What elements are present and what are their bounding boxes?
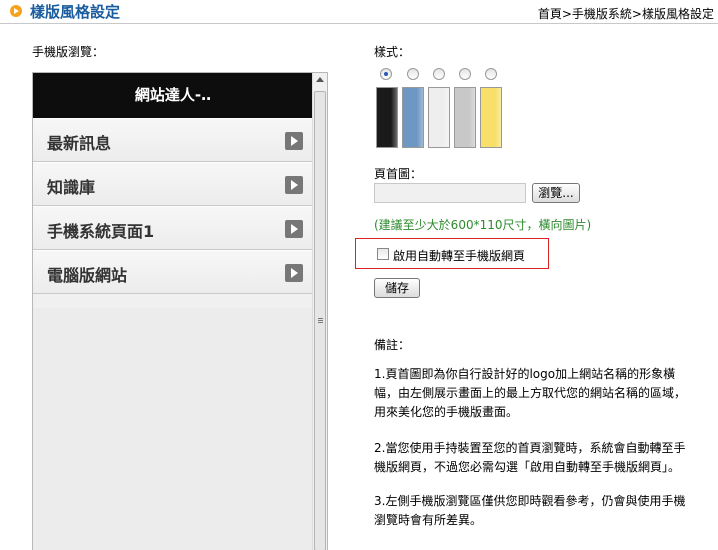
style-radio-yellow[interactable] (485, 68, 497, 80)
mobile-menu-item-news[interactable]: 最新訊息 (33, 118, 313, 162)
page-title: 樣版風格設定 (30, 3, 121, 21)
mobile-site-title: 網站達人-‥ (33, 73, 313, 118)
breadcrumb-separator: > (561, 7, 572, 21)
mobile-menu-item-page1[interactable]: 手機系統頁面1 (33, 206, 313, 250)
note-item-1: 1.頁首圖即為你自行設計好的logo加上網站名稱的形象橫幅，由左側展示畫面上的最… (374, 367, 687, 419)
auto-redirect-checkbox[interactable] (377, 248, 389, 260)
menu-item-label: 知識庫 (47, 178, 96, 197)
mobile-preview-body (33, 308, 313, 550)
breadcrumb-mobile-system[interactable]: 手機版系統 (572, 7, 632, 21)
breadcrumb-current: 樣版風格設定 (641, 7, 714, 21)
notes-title: 備註： (374, 338, 411, 352)
note-item-3: 3.左側手機版瀏覽區僅供您即時觀看參考，仍會與使用手機瀏覽時會有所差異。 (374, 494, 686, 527)
menu-item-label: 電腦版網站 (47, 266, 128, 285)
grip-icon (318, 318, 323, 319)
style-swatch-black[interactable] (376, 87, 398, 148)
style-radio-white[interactable] (433, 68, 445, 80)
page-header: 樣版風格設定 首頁>手機版系統>樣版風格設定 (0, 0, 718, 24)
mobile-preview-frame: 網站達人-‥ 最新訊息 知識庫 手機系統頁面1 電腦版網站 (32, 72, 328, 550)
note-item-2: 2.當您使用手持裝置至您的首頁瀏覽時，系統會自動轉至手機版網頁，不過您必需勾選「… (374, 441, 686, 474)
mobile-preview-content: 網站達人-‥ 最新訊息 知識庫 手機系統頁面1 電腦版網站 (33, 73, 313, 550)
preview-scrollbar[interactable] (312, 73, 327, 550)
chevron-right-icon (285, 176, 303, 194)
style-label: 樣式： (374, 45, 411, 59)
breadcrumb-separator: > (631, 7, 642, 21)
mobile-menu-item-desktop[interactable]: 電腦版網站 (33, 250, 313, 294)
style-radio-blue[interactable] (407, 68, 419, 80)
style-swatch-white[interactable] (428, 87, 450, 148)
scroll-up-icon[interactable] (316, 77, 324, 82)
style-radio-black[interactable] (380, 68, 392, 80)
style-swatch-gray[interactable] (454, 87, 476, 148)
browse-button[interactable]: 瀏覽... (532, 183, 580, 203)
breadcrumb-home[interactable]: 首頁 (538, 7, 562, 21)
mobile-preview-label: 手機版瀏覽： (32, 45, 105, 59)
style-radio-gray[interactable] (459, 68, 471, 80)
banner-image-label: 頁首圖： (374, 167, 423, 181)
style-swatch-yellow[interactable] (480, 87, 502, 148)
menu-item-label: 最新訊息 (47, 134, 112, 153)
banner-file-field[interactable] (374, 183, 526, 203)
menu-item-label: 手機系統頁面1 (47, 222, 155, 241)
arrow-icon (10, 5, 22, 17)
banner-size-hint: (建議至少大於600*110尺寸，橫向圖片) (374, 218, 592, 232)
auto-redirect-label[interactable]: 啟用自動轉至手機版網頁 (393, 247, 525, 264)
style-swatch-blue[interactable] (402, 87, 424, 148)
chevron-right-icon (285, 132, 303, 150)
chevron-right-icon (285, 220, 303, 238)
chevron-right-icon (285, 264, 303, 282)
scrollbar-thumb[interactable] (314, 91, 326, 550)
breadcrumb: 首頁>手機版系統>樣版風格設定 (538, 5, 714, 22)
mobile-menu-item-knowledge[interactable]: 知識庫 (33, 162, 313, 206)
save-button[interactable]: 儲存 (374, 278, 420, 298)
